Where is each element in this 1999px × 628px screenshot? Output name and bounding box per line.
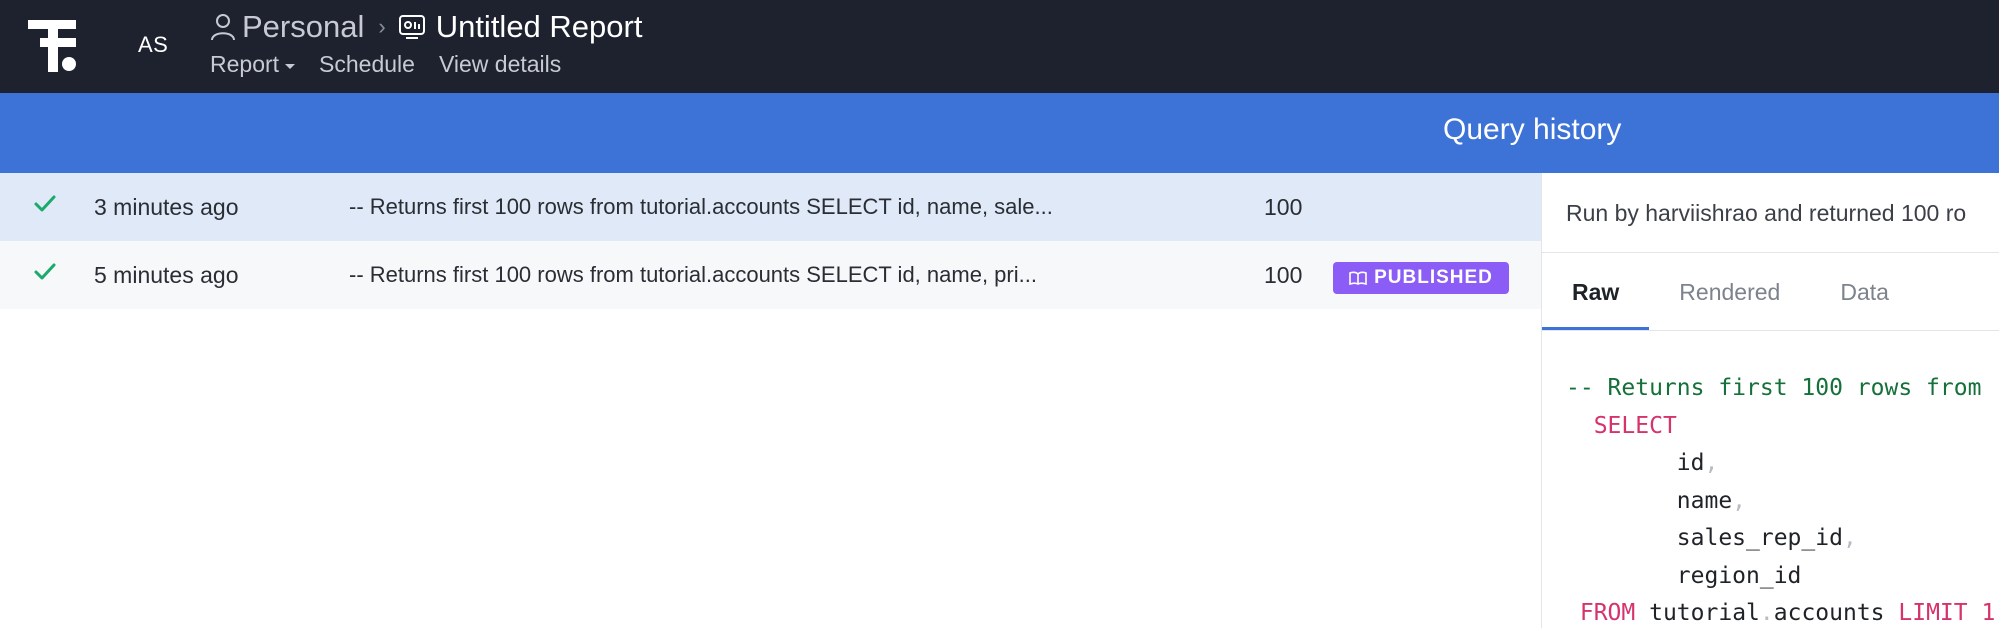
detail-tabs: Raw Rendered Data xyxy=(1542,253,1919,331)
tab-data[interactable]: Data xyxy=(1810,253,1919,331)
view-details-link[interactable]: View details xyxy=(439,51,561,78)
rows-returned: 100 xyxy=(1264,262,1303,288)
sql-punctuation: , xyxy=(1842,525,1857,551)
report-icon xyxy=(398,15,425,39)
sql-schema: tutorial xyxy=(1649,600,1760,626)
caret-down-icon xyxy=(285,64,296,69)
query-history-title: Query history xyxy=(1443,113,1622,146)
sql-preview: -- Returns first 100 rows from tutorial.… xyxy=(349,194,1053,219)
report-menu-label: Report xyxy=(210,51,280,77)
sql-punctuation: , xyxy=(1732,487,1747,514)
top-bar: AS Personal › Untitled Report Report Sch… xyxy=(0,0,1999,93)
report-subnav: Report Schedule View details xyxy=(210,51,585,78)
badge-label: PUBLISHED xyxy=(1374,267,1493,288)
sql-table: accounts xyxy=(1773,600,1885,626)
check-icon xyxy=(34,195,56,212)
sql-punctuation: . xyxy=(1759,600,1774,626)
query-history-row[interactable]: 5 minutes ago -- Returns first 100 rows … xyxy=(0,241,1541,309)
rows-returned: 100 xyxy=(1264,194,1303,220)
report-title[interactable]: Untitled Report xyxy=(436,9,643,45)
sql-column: sales_rep_id xyxy=(1676,525,1843,551)
sql-keyword: FROM xyxy=(1579,600,1636,626)
panel-divider xyxy=(1541,173,1542,628)
breadcrumb: Personal › Untitled Report xyxy=(210,9,642,45)
check-icon xyxy=(34,263,56,280)
tabs-divider xyxy=(1542,330,1999,331)
sql-preview: -- Returns first 100 rows from tutorial.… xyxy=(349,262,1037,287)
chevron-right-icon: › xyxy=(378,14,386,39)
sql-column: region_id xyxy=(1676,562,1802,589)
sql-comment: -- Returns first 100 rows from xyxy=(1566,375,1982,401)
breadcrumb-space[interactable]: Personal xyxy=(242,9,364,45)
mode-logo[interactable] xyxy=(28,20,78,72)
sql-column: id xyxy=(1676,450,1705,476)
report-menu[interactable]: Report xyxy=(210,51,296,78)
avatar[interactable]: AS xyxy=(138,32,168,58)
schedule-link[interactable]: Schedule xyxy=(319,51,415,78)
sql-keyword: LIMIT xyxy=(1898,600,1968,626)
tab-rendered[interactable]: Rendered xyxy=(1649,253,1810,331)
query-history-row[interactable]: 3 minutes ago -- Returns first 100 rows … xyxy=(0,173,1541,241)
run-time: 5 minutes ago xyxy=(94,262,239,288)
person-icon xyxy=(211,14,235,41)
book-icon xyxy=(1349,271,1367,285)
sql-code-block: -- Returns first 100 rows from SELECT id… xyxy=(1566,370,1995,628)
sql-column: name xyxy=(1676,487,1733,514)
tab-raw[interactable]: Raw xyxy=(1542,253,1650,331)
sql-punctuation: , xyxy=(1704,450,1719,476)
query-history-header xyxy=(0,93,1999,173)
run-info: Run by harviishrao and returned 100 ro xyxy=(1566,200,1967,226)
sql-limit-value: 1 xyxy=(1981,600,1996,626)
sql-keyword: SELECT xyxy=(1593,412,1677,439)
run-time: 3 minutes ago xyxy=(94,194,239,220)
published-badge: PUBLISHED xyxy=(1333,262,1509,294)
